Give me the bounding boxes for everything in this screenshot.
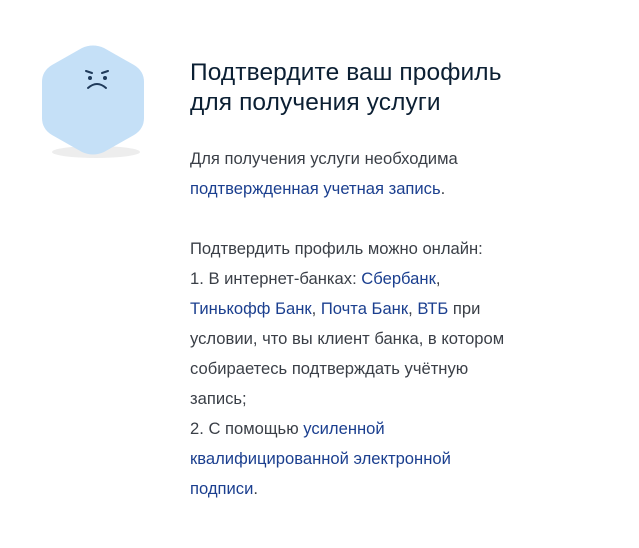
online-paragraph: Подтвердить профиль можно онлайн: 1. В и…: [190, 234, 610, 504]
online-heading: Подтвердить профиль можно онлайн:: [190, 239, 483, 258]
separator: ,: [408, 299, 418, 318]
item1-suffix-b: условии, что вы клиент банка, в котором: [190, 329, 505, 348]
bank-link-vtb[interactable]: ВТБ: [417, 299, 448, 318]
bank-link-tinkoff[interactable]: Тинькофф Банк: [190, 299, 312, 318]
title-line-1: Подтвердите ваш профиль: [190, 59, 502, 86]
item2-end: .: [253, 479, 258, 498]
bank-link-pochta[interactable]: Почта Банк: [321, 299, 408, 318]
item1-suffix-a: при: [448, 299, 481, 318]
sad-face-hexagon-icon: [42, 45, 144, 158]
qualified-signature-link-a[interactable]: усиленной: [303, 419, 384, 438]
item1-suffix-d: запись;: [190, 389, 247, 408]
qualified-signature-link-b[interactable]: квалифицированной электронной: [190, 449, 451, 468]
item2-prefix: 2. С помощью: [190, 419, 304, 438]
intro-end: .: [440, 179, 446, 198]
main-content: Подтвердите ваш профиль для получения ус…: [190, 58, 610, 504]
separator: ,: [311, 299, 321, 318]
bank-link-sberbank[interactable]: Сбербанк: [361, 269, 436, 288]
qualified-signature-link-c[interactable]: подписи: [190, 479, 253, 498]
page-title: Подтвердите ваш профиль для получения ус…: [190, 58, 610, 118]
title-line-2: для получения услуги: [190, 89, 441, 116]
confirmed-account-link[interactable]: подтвержденная учетная запись: [190, 179, 441, 198]
item1-suffix-c: собираетесь подтверждать учётную: [190, 359, 469, 378]
separator: ,: [435, 269, 441, 288]
illustration: [30, 38, 156, 164]
intro-paragraph: Для получения услуги необходима подтверж…: [190, 144, 610, 204]
intro-text: Для получения услуги необходима: [190, 149, 458, 168]
item1-prefix: 1. В интернет-банках:: [190, 269, 362, 288]
